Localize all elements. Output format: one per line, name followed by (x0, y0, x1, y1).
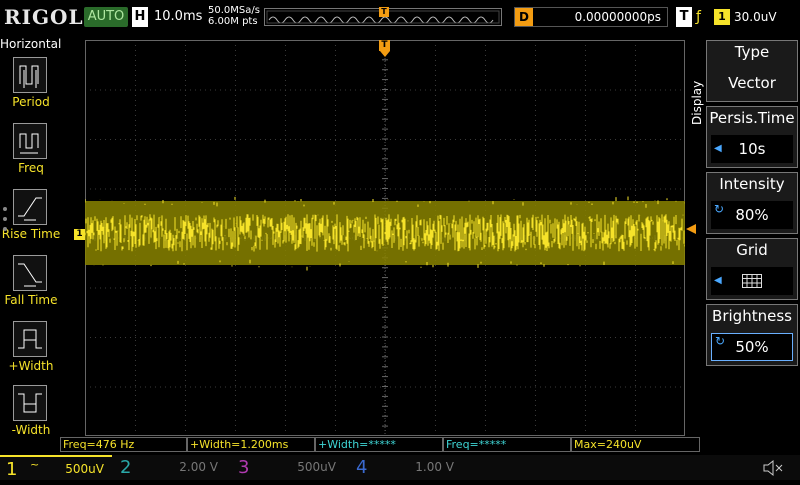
display-menu: Display Type Vector Persis.Time ◀ 10s In… (687, 37, 800, 437)
menu-title: Persis.Time (709, 109, 795, 127)
page-dots (3, 207, 7, 237)
delay-display[interactable]: D 0.00000000ps (514, 7, 668, 27)
knob-icon: ↻ (714, 202, 725, 216)
channel-number: 4 (356, 457, 368, 478)
measure-period-button[interactable]: Period (6, 57, 56, 119)
measure-freq-button[interactable]: Freq (6, 123, 56, 185)
timebase-letter: H (132, 7, 148, 27)
channel-scale: 1.00 V (415, 460, 454, 474)
measure-label: -Width (11, 423, 51, 437)
speaker-mute-icon[interactable] (762, 455, 792, 480)
rise-time-icon (13, 189, 47, 225)
trigger-level: 30.0uV (734, 10, 777, 24)
arrow-left-icon: ◀ (714, 143, 722, 154)
trigger-display[interactable]: T ƒ 1 30.0uV (676, 7, 796, 27)
menu-title: Brightness (712, 307, 792, 325)
measure-neg-width-button[interactable]: -Width (6, 385, 56, 447)
rigol-logo: RIGOL (4, 5, 84, 29)
memory-depth: 6.00M pts (208, 16, 258, 27)
pos-width-icon (13, 321, 47, 357)
menu-value-box: ↻ 50% (711, 333, 793, 361)
menu-value-box: ↻ 80% (711, 201, 793, 229)
sample-rate: 50.0MSa/s (208, 5, 260, 16)
knob-icon: ↻ (715, 334, 726, 348)
trigger-letter: T (676, 7, 692, 27)
channel-number: 2 (120, 457, 132, 478)
channel-number: 3 (238, 457, 250, 478)
menu-tab: Display (690, 80, 704, 125)
timebase-display[interactable]: H 10.0ms (132, 7, 204, 27)
waveform-display[interactable] (85, 40, 685, 436)
measure-label: Period (12, 95, 50, 109)
trigger-time-marker-arrow (380, 51, 390, 57)
measurement-item[interactable]: +Width=***** (315, 437, 443, 452)
measurement-item[interactable]: +Width=1.200ms (187, 437, 315, 452)
measurement-item[interactable]: Freq=***** (443, 437, 571, 452)
panel-title: Horizontal (0, 37, 62, 51)
channel-bar: 1 ~ 500uV 2 2.00 V 3 500uV 4 1.00 V (0, 455, 800, 480)
channel-1-trace (85, 196, 685, 271)
channel-scale: 2.00 V (179, 460, 218, 474)
rising-edge-icon: ƒ (696, 9, 701, 25)
neg-width-icon (13, 385, 47, 421)
grid-full-icon (742, 274, 762, 288)
trigger-position-track[interactable]: T (264, 7, 502, 26)
arrow-left-icon: ◀ (714, 275, 722, 286)
menu-value: 50% (735, 338, 769, 356)
channel-4-button[interactable]: 4 1.00 V (350, 455, 462, 480)
measurement-item[interactable]: Max=240uV (571, 437, 700, 452)
channel-2-button[interactable]: 2 2.00 V (114, 455, 226, 480)
delay-letter: D (515, 8, 533, 26)
channel-scale: 500uV (297, 460, 336, 474)
measure-rise-time-button[interactable]: Rise Time (2, 189, 60, 251)
channel-number: 1 (6, 459, 18, 480)
menu-value-box: ◀ 10s (711, 135, 793, 163)
measurement-bar: Freq=476 Hz +Width=1.200ms +Width=***** … (60, 437, 700, 454)
channel-scale: 500uV (65, 462, 104, 476)
run-state-badge[interactable]: AUTO (84, 7, 128, 27)
measure-pos-width-button[interactable]: +Width (6, 321, 56, 383)
menu-type[interactable]: Type Vector (706, 40, 798, 102)
ch1-offset-marker[interactable]: 1 (74, 229, 85, 240)
menu-persistence-time[interactable]: Persis.Time ◀ 10s (706, 106, 798, 168)
menu-title: Intensity (719, 175, 785, 193)
menu-value: Vector (728, 74, 776, 92)
measure-fall-time-button[interactable]: Fall Time (4, 255, 58, 317)
trigger-position-marker: T (379, 7, 389, 17)
menu-value: 80% (735, 206, 769, 224)
channel-1-button[interactable]: 1 ~ 500uV (0, 455, 112, 480)
period-icon (13, 57, 47, 93)
menu-value: 10s (738, 140, 766, 158)
fall-time-icon (13, 255, 47, 291)
measure-label: Freq (18, 161, 44, 175)
menu-title: Grid (736, 241, 768, 259)
menu-value-box: ◀ (711, 267, 793, 295)
menu-intensity[interactable]: Intensity ↻ 80% (706, 172, 798, 234)
measurement-item[interactable]: Freq=476 Hz (60, 437, 187, 452)
measure-label: Rise Time (1, 227, 61, 241)
measure-panel: Horizontal Period Freq Rise Time Fall Ti… (0, 37, 61, 437)
measure-label: Fall Time (4, 293, 58, 307)
delay-value: 0.00000000ps (574, 10, 661, 24)
channel-3-button[interactable]: 3 500uV (232, 455, 344, 480)
timebase-value: 10.0ms (154, 9, 203, 24)
top-status-bar: RIGOL AUTO H 10.0ms 50.0MSa/s 6.00M pts … (0, 0, 800, 36)
measure-label: +Width (8, 359, 54, 373)
menu-grid[interactable]: Grid ◀ (706, 238, 798, 300)
trigger-time-marker[interactable]: T (379, 40, 390, 51)
acquisition-info: 50.0MSa/s 6.00M pts (208, 5, 260, 27)
trigger-source: 1 (714, 9, 730, 25)
menu-brightness[interactable]: Brightness ↻ 50% (706, 304, 798, 366)
freq-icon (13, 123, 47, 159)
ac-coupling-icon: ~ (30, 458, 40, 471)
menu-title: Type (734, 43, 770, 61)
